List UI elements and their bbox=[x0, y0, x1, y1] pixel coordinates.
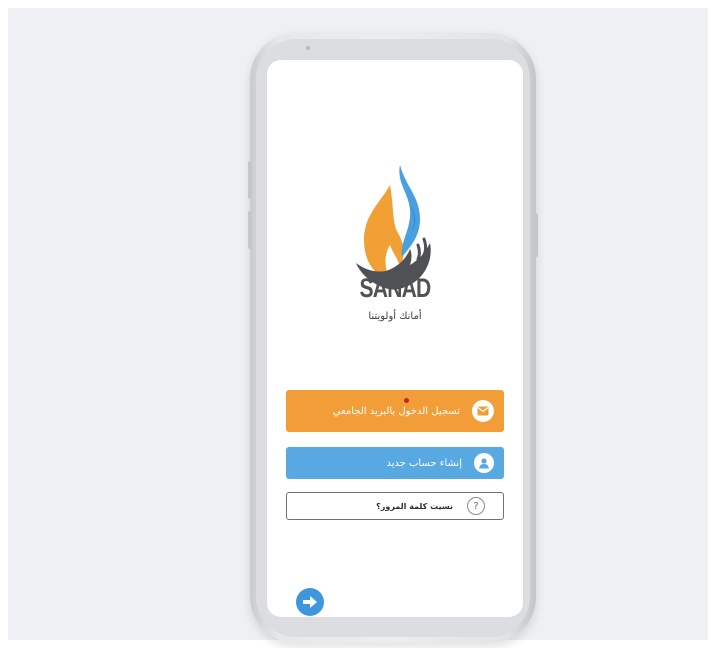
camera-dot bbox=[306, 46, 310, 50]
app-screen: SANAD أمانك أولويتنا تسجيل الدخول بالبري… bbox=[267, 60, 523, 617]
flame-orange-shape bbox=[364, 185, 404, 279]
user-icon bbox=[474, 453, 494, 473]
university-email-login-button[interactable]: تسجيل الدخول بالبريد الجامعي bbox=[286, 390, 504, 432]
forgot-password-button[interactable]: نسيت كلمة المرور؟ ? bbox=[286, 492, 504, 520]
arrow-right-icon bbox=[303, 596, 317, 608]
phone-frame: SANAD أمانك أولويتنا تسجيل الدخول بالبري… bbox=[248, 33, 538, 643]
phone-side-button-right bbox=[534, 213, 538, 257]
login-button-label: تسجيل الدخول بالبريد الجامعي bbox=[332, 405, 460, 417]
question-icon: ? bbox=[467, 497, 485, 515]
create-account-button[interactable]: إنشاء حساب جديد bbox=[286, 447, 504, 479]
envelope-icon bbox=[472, 400, 494, 422]
brand-name: SANAD bbox=[359, 273, 431, 303]
next-button[interactable] bbox=[296, 588, 324, 616]
phone-side-button-left-2 bbox=[248, 211, 252, 249]
phone-side-button-left bbox=[248, 161, 252, 199]
forgot-button-label: نسيت كلمة المرور؟ bbox=[376, 501, 453, 511]
brand-tagline: أمانك أولويتنا bbox=[368, 311, 422, 322]
register-button-label: إنشاء حساب جديد bbox=[386, 457, 462, 469]
page-background: SANAD أمانك أولويتنا تسجيل الدخول بالبري… bbox=[8, 8, 708, 643]
notification-dot bbox=[404, 398, 409, 403]
flame-blue-shape bbox=[399, 165, 420, 257]
